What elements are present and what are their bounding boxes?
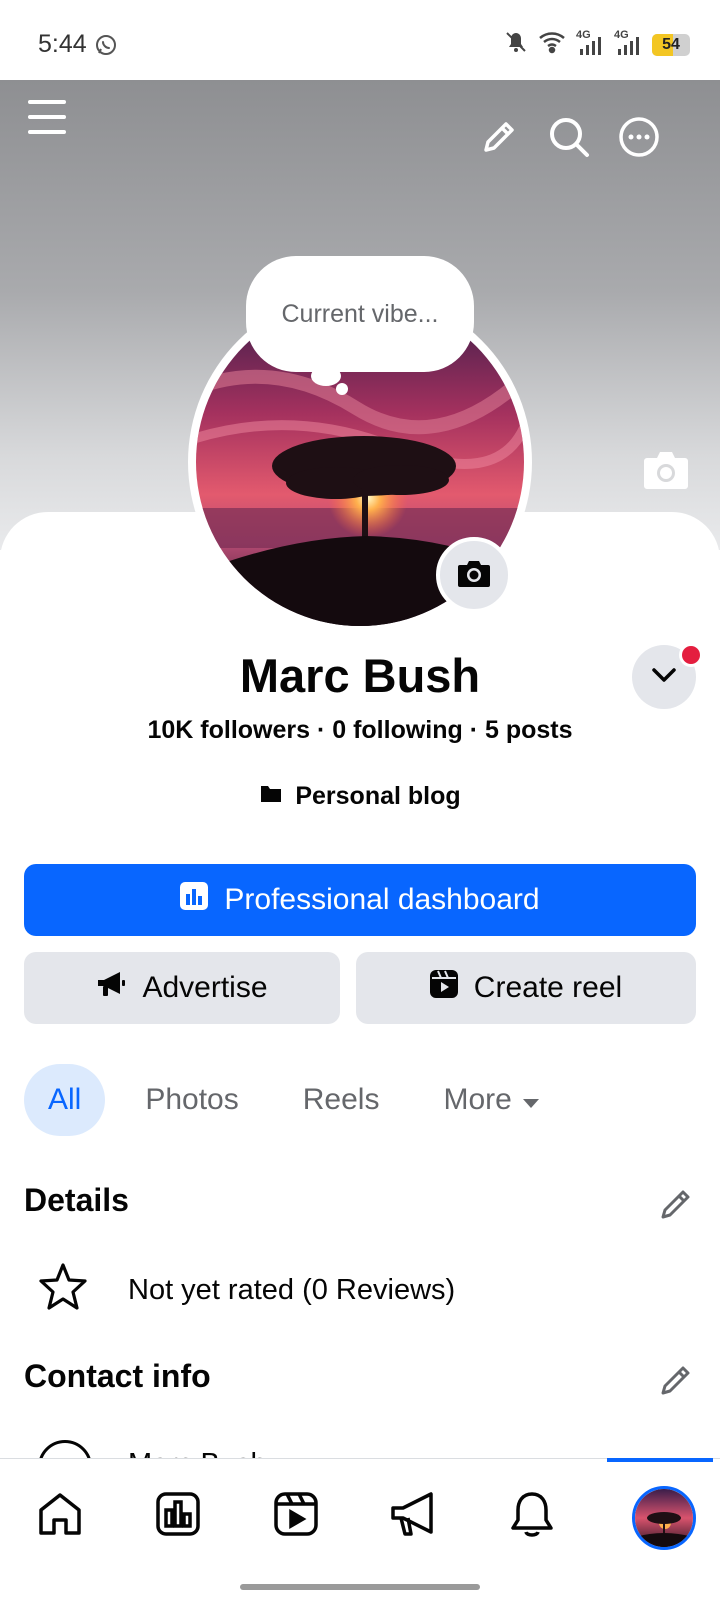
filter-reels[interactable]: Reels — [279, 1064, 404, 1136]
mute-bell-icon — [504, 30, 528, 59]
professional-dashboard-label: Professional dashboard — [224, 883, 540, 916]
rating-row: Not yet rated (0 Reviews) — [38, 1262, 455, 1318]
category-label: Personal blog — [295, 782, 461, 810]
ads-megaphone-icon[interactable] — [386, 1486, 442, 1542]
current-vibe-placeholder: Current vibe... — [281, 299, 439, 328]
edit-profile-icon[interactable] — [480, 118, 518, 161]
create-reel-button[interactable]: Create reel — [356, 952, 696, 1024]
rating-text: Not yet rated (0 Reviews) — [128, 1273, 456, 1306]
bubble-tail — [311, 366, 341, 386]
profile-stats[interactable]: 10K followers · 0 following · 5 posts — [0, 716, 720, 745]
profile-avatar[interactable] — [632, 1486, 696, 1550]
change-profile-picture-button[interactable] — [436, 537, 512, 613]
status-bar: 5:44 4G 4G 54 — [0, 0, 720, 80]
profile-category: Personal blog — [0, 782, 720, 811]
battery-level: 54 — [662, 35, 680, 53]
professional-dashboard-button[interactable]: Professional dashboard — [24, 864, 696, 936]
network-type-1: 4G — [576, 28, 591, 41]
whatsapp-icon — [94, 33, 118, 62]
signal-icon: 4G — [576, 29, 604, 57]
advertise-button[interactable]: Advertise — [24, 952, 340, 1024]
filter-photos-label: Photos — [145, 1083, 239, 1116]
more-options-icon[interactable] — [618, 116, 660, 163]
nav-active-indicator — [607, 1458, 713, 1462]
filter-more[interactable]: More — [419, 1064, 563, 1136]
notification-dot — [679, 643, 703, 667]
bottom-nav — [0, 1458, 720, 1601]
current-vibe-bubble[interactable]: Current vibe... — [246, 256, 474, 372]
status-icons: 4G 4G 54 — [504, 29, 690, 59]
filter-more-label: More — [443, 1083, 512, 1116]
details-heading: Details — [24, 1182, 129, 1218]
filter-photos[interactable]: Photos — [121, 1064, 262, 1136]
content-filter-tabs: All Photos Reels More — [24, 1064, 564, 1136]
network-type-2: 4G — [614, 28, 629, 41]
cover-camera-icon[interactable] — [643, 448, 689, 495]
camera-icon — [457, 558, 491, 593]
reels-icon[interactable] — [268, 1486, 324, 1542]
search-icon[interactable] — [548, 116, 590, 163]
edit-details-icon[interactable] — [658, 1186, 694, 1227]
edit-contact-icon[interactable] — [658, 1362, 694, 1403]
signal-icon-2: 4G — [614, 29, 642, 57]
reel-icon — [429, 970, 458, 1006]
caret-down-icon — [522, 1083, 540, 1117]
profile-name: Marc Bush — [239, 649, 481, 702]
category-icon — [259, 782, 283, 811]
home-icon[interactable] — [32, 1486, 88, 1542]
filter-reels-label: Reels — [302, 1083, 380, 1116]
wifi-icon — [538, 30, 566, 59]
menu-icon[interactable] — [26, 96, 68, 143]
create-reel-label: Create reel — [473, 971, 623, 1004]
star-icon — [38, 1262, 88, 1318]
dashboard-chart-icon — [180, 882, 209, 918]
home-indicator[interactable] — [240, 1584, 480, 1590]
bubble-tail-dot — [336, 383, 348, 395]
notifications-bell-icon[interactable] — [504, 1486, 560, 1542]
status-time: 5:44 — [38, 30, 87, 58]
filter-all[interactable]: All — [24, 1064, 106, 1136]
chevron-down-icon — [651, 667, 677, 688]
battery-icon: 54 — [652, 33, 690, 56]
filter-all-label: All — [48, 1083, 82, 1116]
dashboard-icon[interactable] — [150, 1486, 206, 1542]
contact-info-heading: Contact info — [24, 1358, 211, 1394]
advertise-label: Advertise — [142, 971, 268, 1004]
megaphone-icon — [96, 970, 126, 1006]
